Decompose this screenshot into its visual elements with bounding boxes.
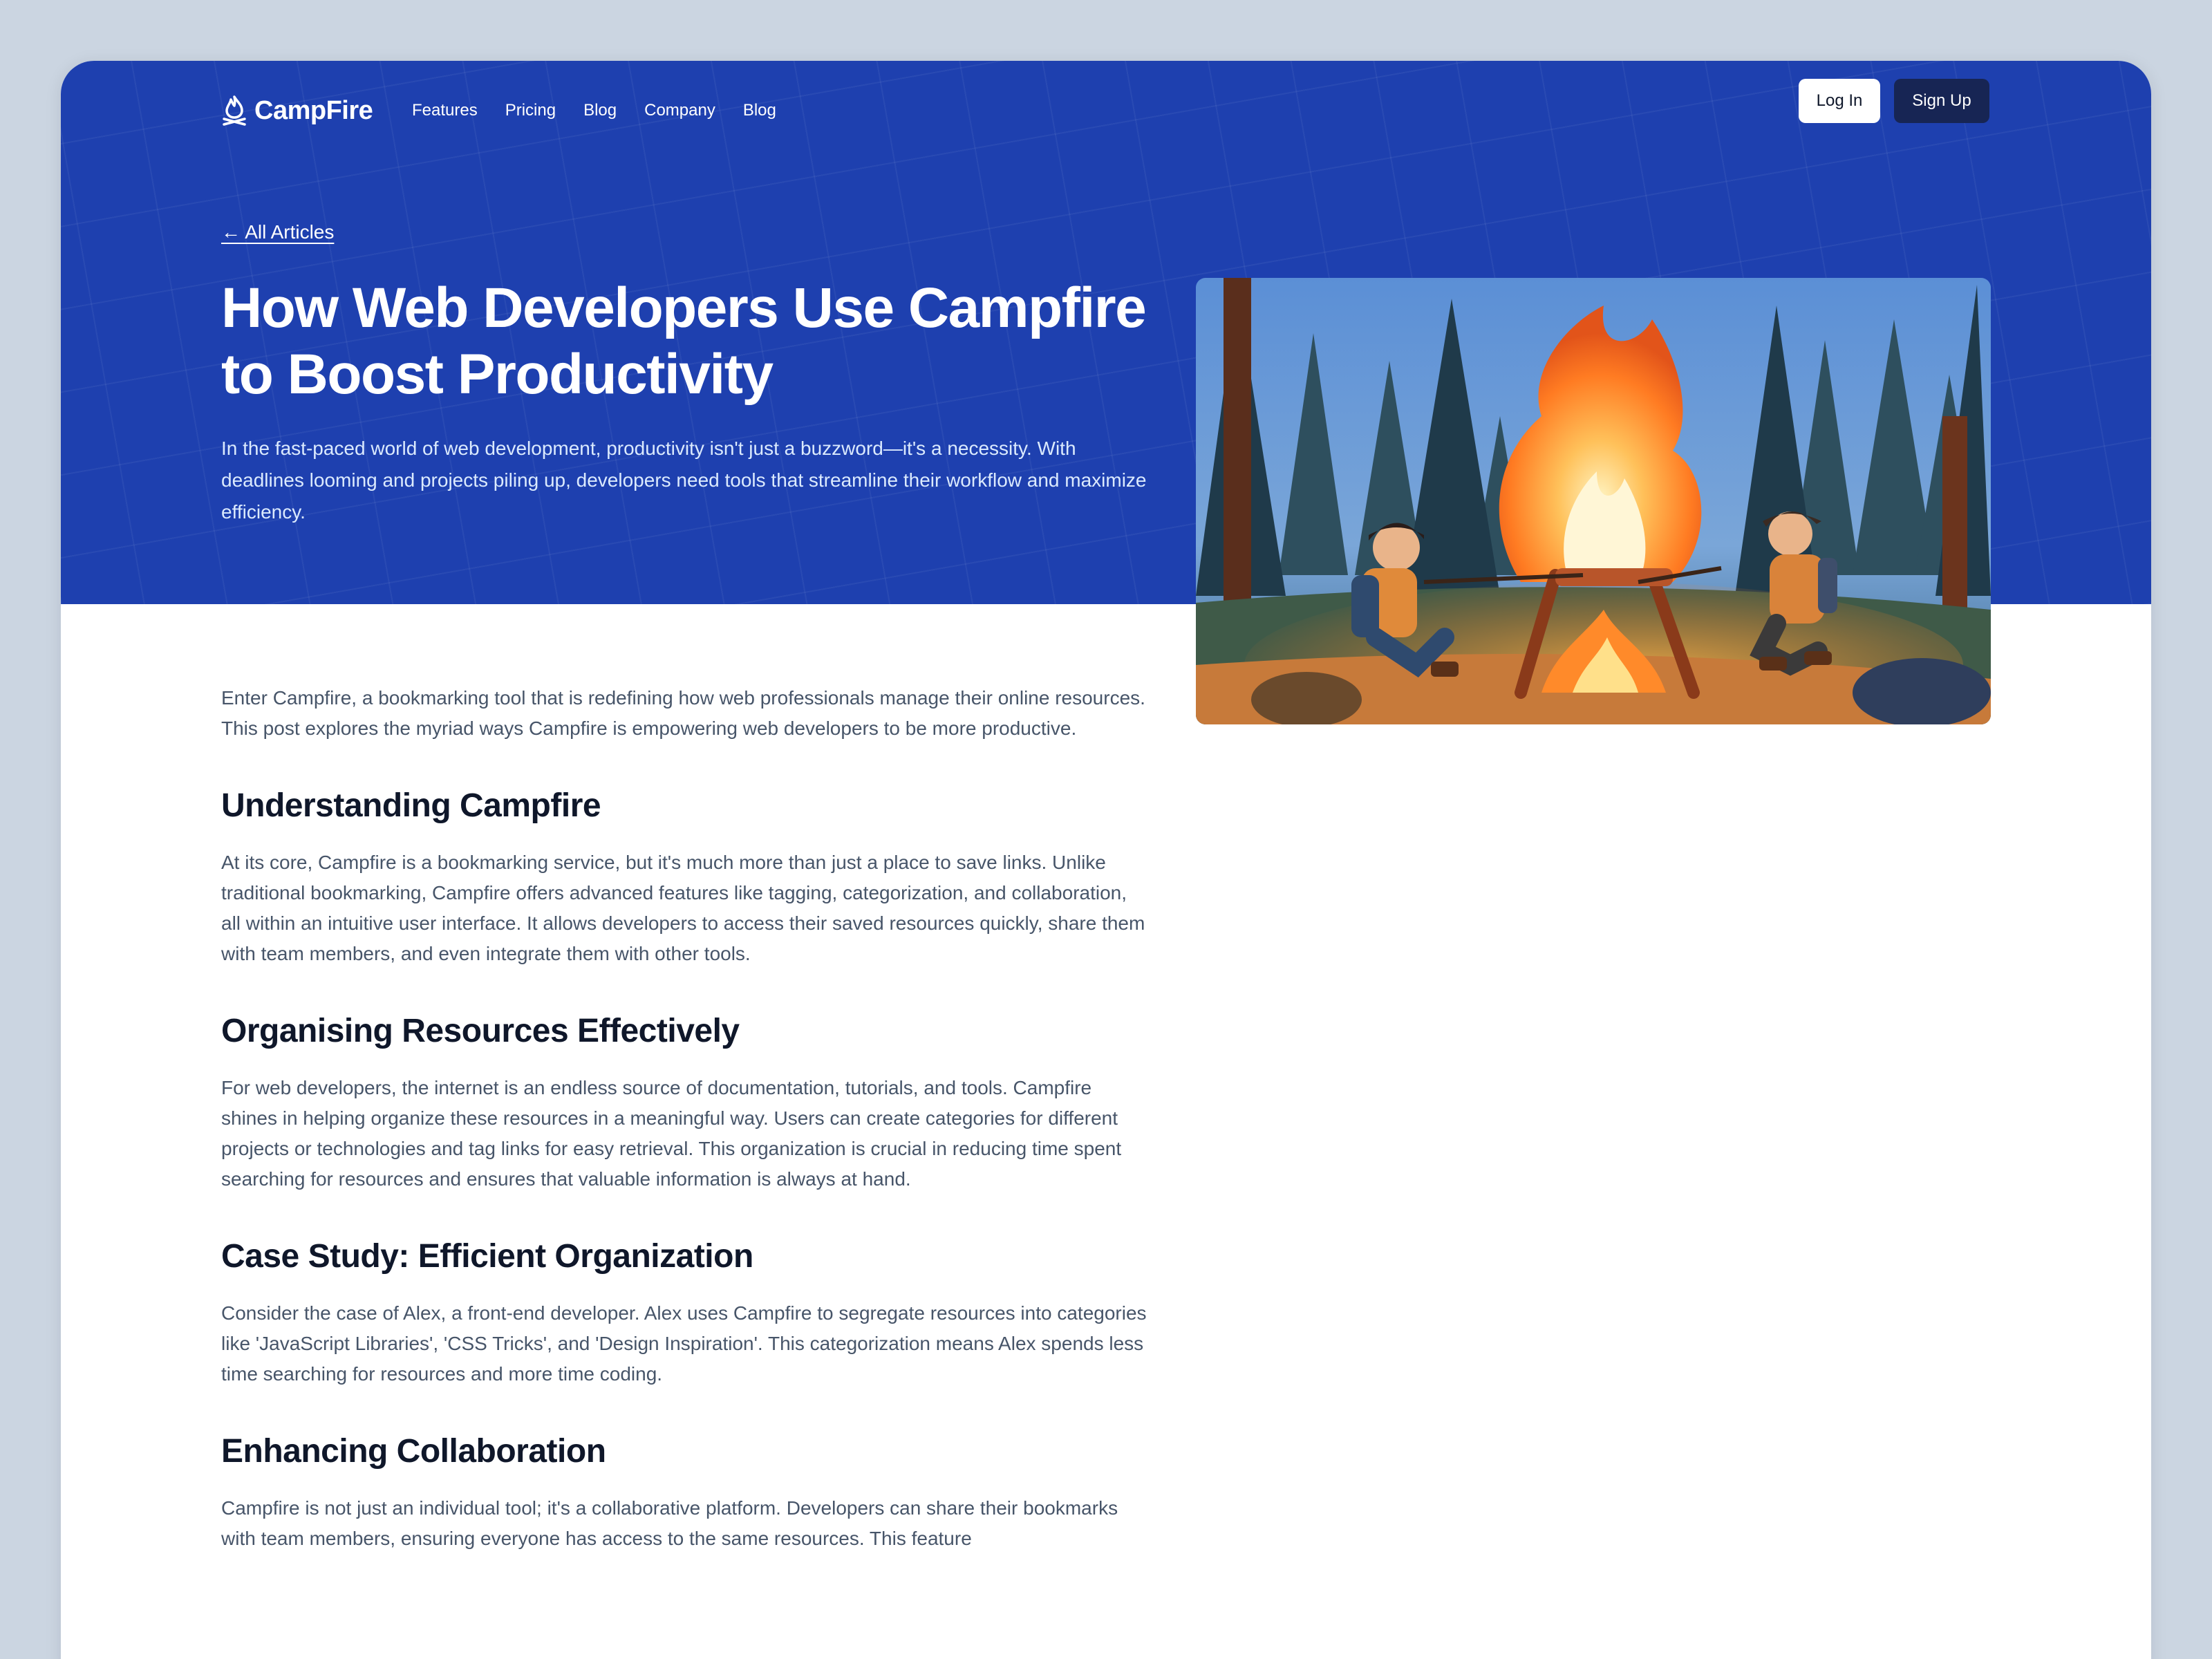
main-nav: Features Pricing Blog Company Blog xyxy=(412,84,776,137)
article-title: How Web Developers Use Campfire to Boost… xyxy=(221,276,1147,406)
section-paragraph: Campfire is not just an individual tool;… xyxy=(221,1497,1118,1549)
section-paragraph: For web developers, the internet is an e… xyxy=(221,1077,1122,1190)
section-paragraph: At its core, Campfire is a bookmarking s… xyxy=(221,852,1145,964)
nav-link-blog-2[interactable]: Blog xyxy=(743,101,776,120)
nav-link-features[interactable]: Features xyxy=(412,101,478,120)
browser-window: CampFire Features Pricing Blog Company B… xyxy=(61,61,2151,1659)
article-intro: Enter Campfire, a bookmarking tool that … xyxy=(221,687,1145,739)
brand-name: CampFire xyxy=(254,95,373,125)
section-heading: Case Study: Efficient Organization xyxy=(221,1238,753,1275)
hero-illustration xyxy=(1196,278,1991,724)
nav-link-pricing[interactable]: Pricing xyxy=(505,101,556,120)
campfire-flame-icon xyxy=(223,95,246,126)
nav-link-blog[interactable]: Blog xyxy=(583,101,617,120)
article-lede: In the fast-paced world of web developme… xyxy=(221,438,1147,523)
section-heading: Understanding Campfire xyxy=(221,787,601,824)
section-heading: Organising Resources Effectively xyxy=(221,1013,740,1049)
signup-button[interactable]: Sign Up xyxy=(1894,79,1989,123)
campfire-illustration-image xyxy=(1196,278,1991,724)
all-articles-link[interactable]: ← All Articles xyxy=(221,221,334,243)
article-body: Enter Campfire, a bookmarking tool that … xyxy=(221,683,1147,1554)
section-paragraph: Consider the case of Alex, a front-end d… xyxy=(221,1302,1147,1385)
section-heading: Enhancing Collaboration xyxy=(221,1433,606,1470)
brand-logo[interactable]: CampFire xyxy=(221,84,373,137)
login-button[interactable]: Log In xyxy=(1799,79,1880,123)
nav-link-company[interactable]: Company xyxy=(644,101,715,120)
